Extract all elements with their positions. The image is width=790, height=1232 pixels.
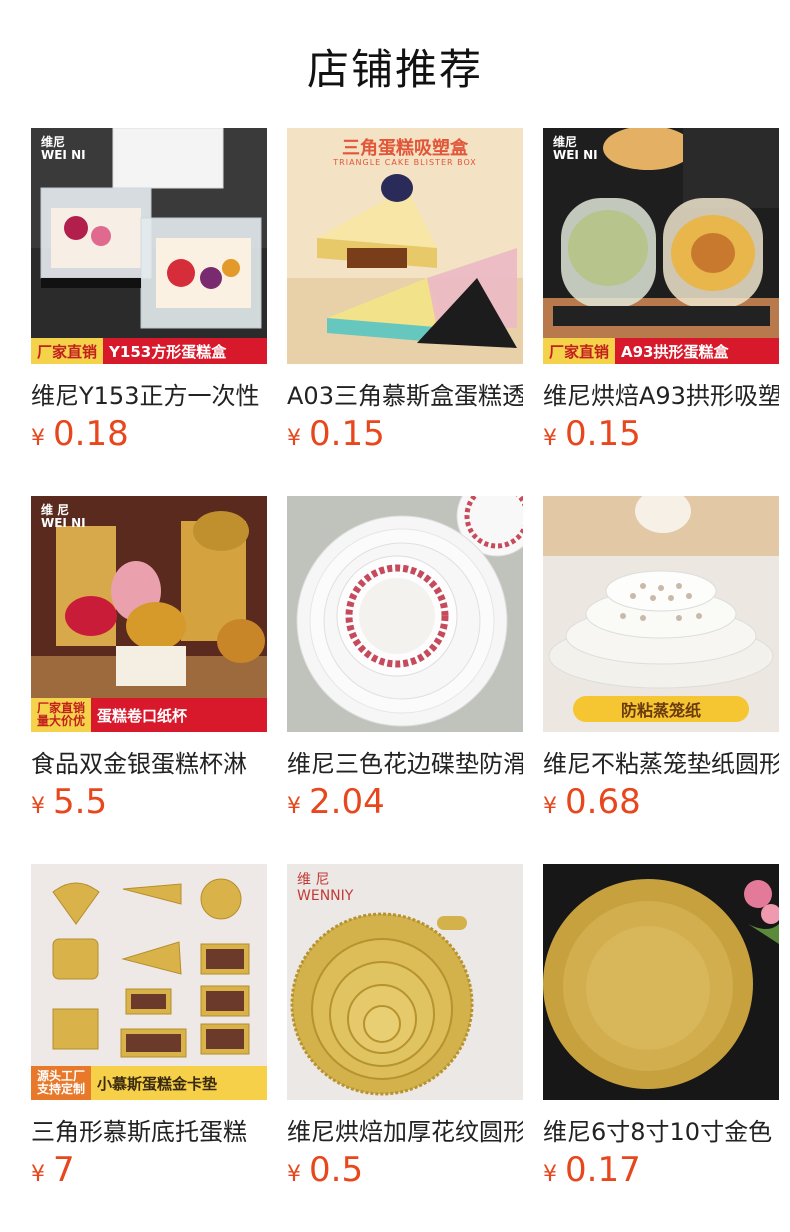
product-image[interactable]: 源头工厂 支持定制 小慕斯蛋糕金卡垫 [31, 864, 267, 1100]
product-name[interactable]: 三角形慕斯底托蛋糕 [31, 1112, 267, 1147]
product-card[interactable]: 维 尼 WEI NI 厂家直销 量大价优 蛋糕卷口纸杯 食品双金银蛋糕杯淋 ¥5.… [31, 496, 267, 864]
product-name[interactable]: 食品双金银蛋糕杯淋 [31, 744, 267, 779]
product-price: ¥0.15 [287, 414, 385, 454]
product-price: ¥0.15 [543, 414, 641, 454]
currency-symbol: ¥ [31, 1162, 45, 1187]
price-value: 0.15 [565, 414, 641, 454]
image-caption: 三角蛋糕吸塑盒 [342, 138, 468, 159]
price-value: 0.18 [53, 414, 129, 454]
product-card[interactable]: 维 尼 WENNIY 维尼烘焙加厚花纹圆形 ¥0.5 [287, 864, 523, 1232]
product-grid: 维尼 WEI NI 厂家直销 Y153方形蛋糕盒 维尼Y153正方一次性 ¥0.1… [31, 128, 779, 1232]
currency-symbol: ¥ [287, 426, 301, 451]
product-card[interactable]: 三角蛋糕吸塑盒 TRIANGLE CAKE BLISTER BOX A03三角慕… [287, 128, 523, 496]
currency-symbol: ¥ [543, 794, 557, 819]
banner-left-text: 厂家直销 [543, 338, 616, 364]
brand-logo-text: 维尼 WEI NI [553, 135, 598, 162]
promo-banner: 厂家直销 量大价优 蛋糕卷口纸杯 [31, 698, 267, 732]
section-title: 店铺推荐 [306, 45, 483, 94]
banner-left-text: 厂家直销 量大价优 [31, 698, 92, 732]
product-price: ¥0.18 [31, 414, 129, 454]
product-image[interactable]: 三角蛋糕吸塑盒 TRIANGLE CAKE BLISTER BOX [287, 128, 523, 364]
product-image[interactable]: 维尼 WEI NI 厂家直销 Y153方形蛋糕盒 [31, 128, 267, 364]
product-image[interactable] [287, 496, 523, 732]
recommendation-page: 店铺推荐 维尼 WEI NI 厂家直销 Y153方形蛋糕盒 维尼Y153正方一次… [0, 0, 790, 1232]
product-price: ¥5.5 [31, 782, 107, 822]
product-name[interactable]: A03三角慕斯盒蛋糕透 [287, 376, 523, 411]
product-card[interactable]: 维尼三色花边碟垫防滑 ¥2.04 [287, 496, 523, 864]
product-card[interactable]: 维尼 WEI NI 厂家直销 Y153方形蛋糕盒 维尼Y153正方一次性 ¥0.1… [31, 128, 267, 496]
banner-right-text: Y153方形蛋糕盒 [103, 338, 267, 364]
currency-symbol: ¥ [31, 426, 45, 451]
product-name[interactable]: 维尼6寸8寸10寸金色 [543, 1112, 779, 1147]
banner-right-text: 蛋糕卷口纸杯 [91, 698, 267, 732]
product-image[interactable]: 维 尼 WEI NI 厂家直销 量大价优 蛋糕卷口纸杯 [31, 496, 267, 732]
product-image[interactable]: 防粘蒸笼纸 [543, 496, 779, 732]
banner-left-text: 厂家直销 [31, 338, 104, 364]
product-card[interactable]: 防粘蒸笼纸 维尼不粘蒸笼垫纸圆形 ¥0.68 [543, 496, 779, 864]
banner-left-text: 源头工厂 支持定制 [31, 1066, 92, 1100]
product-price: ¥7 [31, 1150, 75, 1190]
product-name[interactable]: 维尼Y153正方一次性 [31, 376, 267, 411]
price-value: 7 [53, 1150, 75, 1190]
product-price: ¥2.04 [287, 782, 385, 822]
price-value: 0.5 [309, 1150, 364, 1190]
product-name[interactable]: 维尼三色花边碟垫防滑 [287, 744, 523, 779]
promo-banner: 源头工厂 支持定制 小慕斯蛋糕金卡垫 [31, 1066, 267, 1100]
product-card[interactable]: 维尼 WEI NI 厂家直销 A93拱形蛋糕盒 维尼烘焙A93拱形吸塑 ¥0.15 [543, 128, 779, 496]
product-name[interactable]: 维尼烘焙A93拱形吸塑 [543, 376, 779, 411]
brand-logo-text: 维尼 WEI NI [41, 135, 86, 162]
price-value: 5.5 [53, 782, 108, 822]
brand-logo-text: 维 尼 WEI NI [41, 503, 86, 530]
currency-symbol: ¥ [31, 794, 45, 819]
currency-symbol: ¥ [543, 426, 557, 451]
banner-right-text: 小慕斯蛋糕金卡垫 [91, 1066, 267, 1100]
price-value: 0.17 [565, 1150, 641, 1190]
currency-symbol: ¥ [287, 794, 301, 819]
product-price: ¥0.17 [543, 1150, 641, 1190]
product-image[interactable]: 维 尼 WENNIY [287, 864, 523, 1100]
promo-banner: 厂家直销 A93拱形蛋糕盒 [543, 338, 779, 364]
currency-symbol: ¥ [287, 1162, 301, 1187]
product-image[interactable]: 维尼 WEI NI 厂家直销 A93拱形蛋糕盒 [543, 128, 779, 364]
price-value: 0.68 [565, 782, 641, 822]
banner-right-text: A93拱形蛋糕盒 [615, 338, 779, 364]
promo-pill: 防粘蒸笼纸 [573, 696, 749, 722]
product-name[interactable]: 维尼烘焙加厚花纹圆形 [287, 1112, 523, 1147]
promo-banner: 厂家直销 Y153方形蛋糕盒 [31, 338, 267, 364]
product-name[interactable]: 维尼不粘蒸笼垫纸圆形 [543, 744, 779, 779]
currency-symbol: ¥ [543, 1162, 557, 1187]
product-image[interactable] [543, 864, 779, 1100]
product-price: ¥0.5 [287, 1150, 363, 1190]
image-caption-sub: TRIANGLE CAKE BLISTER BOX [333, 158, 477, 167]
product-price: ¥0.68 [543, 782, 641, 822]
brand-logo-text: 维 尼 WENNIY [297, 872, 354, 904]
price-value: 0.15 [309, 414, 385, 454]
product-card[interactable]: 维尼6寸8寸10寸金色 ¥0.17 [543, 864, 779, 1232]
product-card[interactable]: 源头工厂 支持定制 小慕斯蛋糕金卡垫 三角形慕斯底托蛋糕 ¥7 [31, 864, 267, 1232]
price-value: 2.04 [309, 782, 385, 822]
